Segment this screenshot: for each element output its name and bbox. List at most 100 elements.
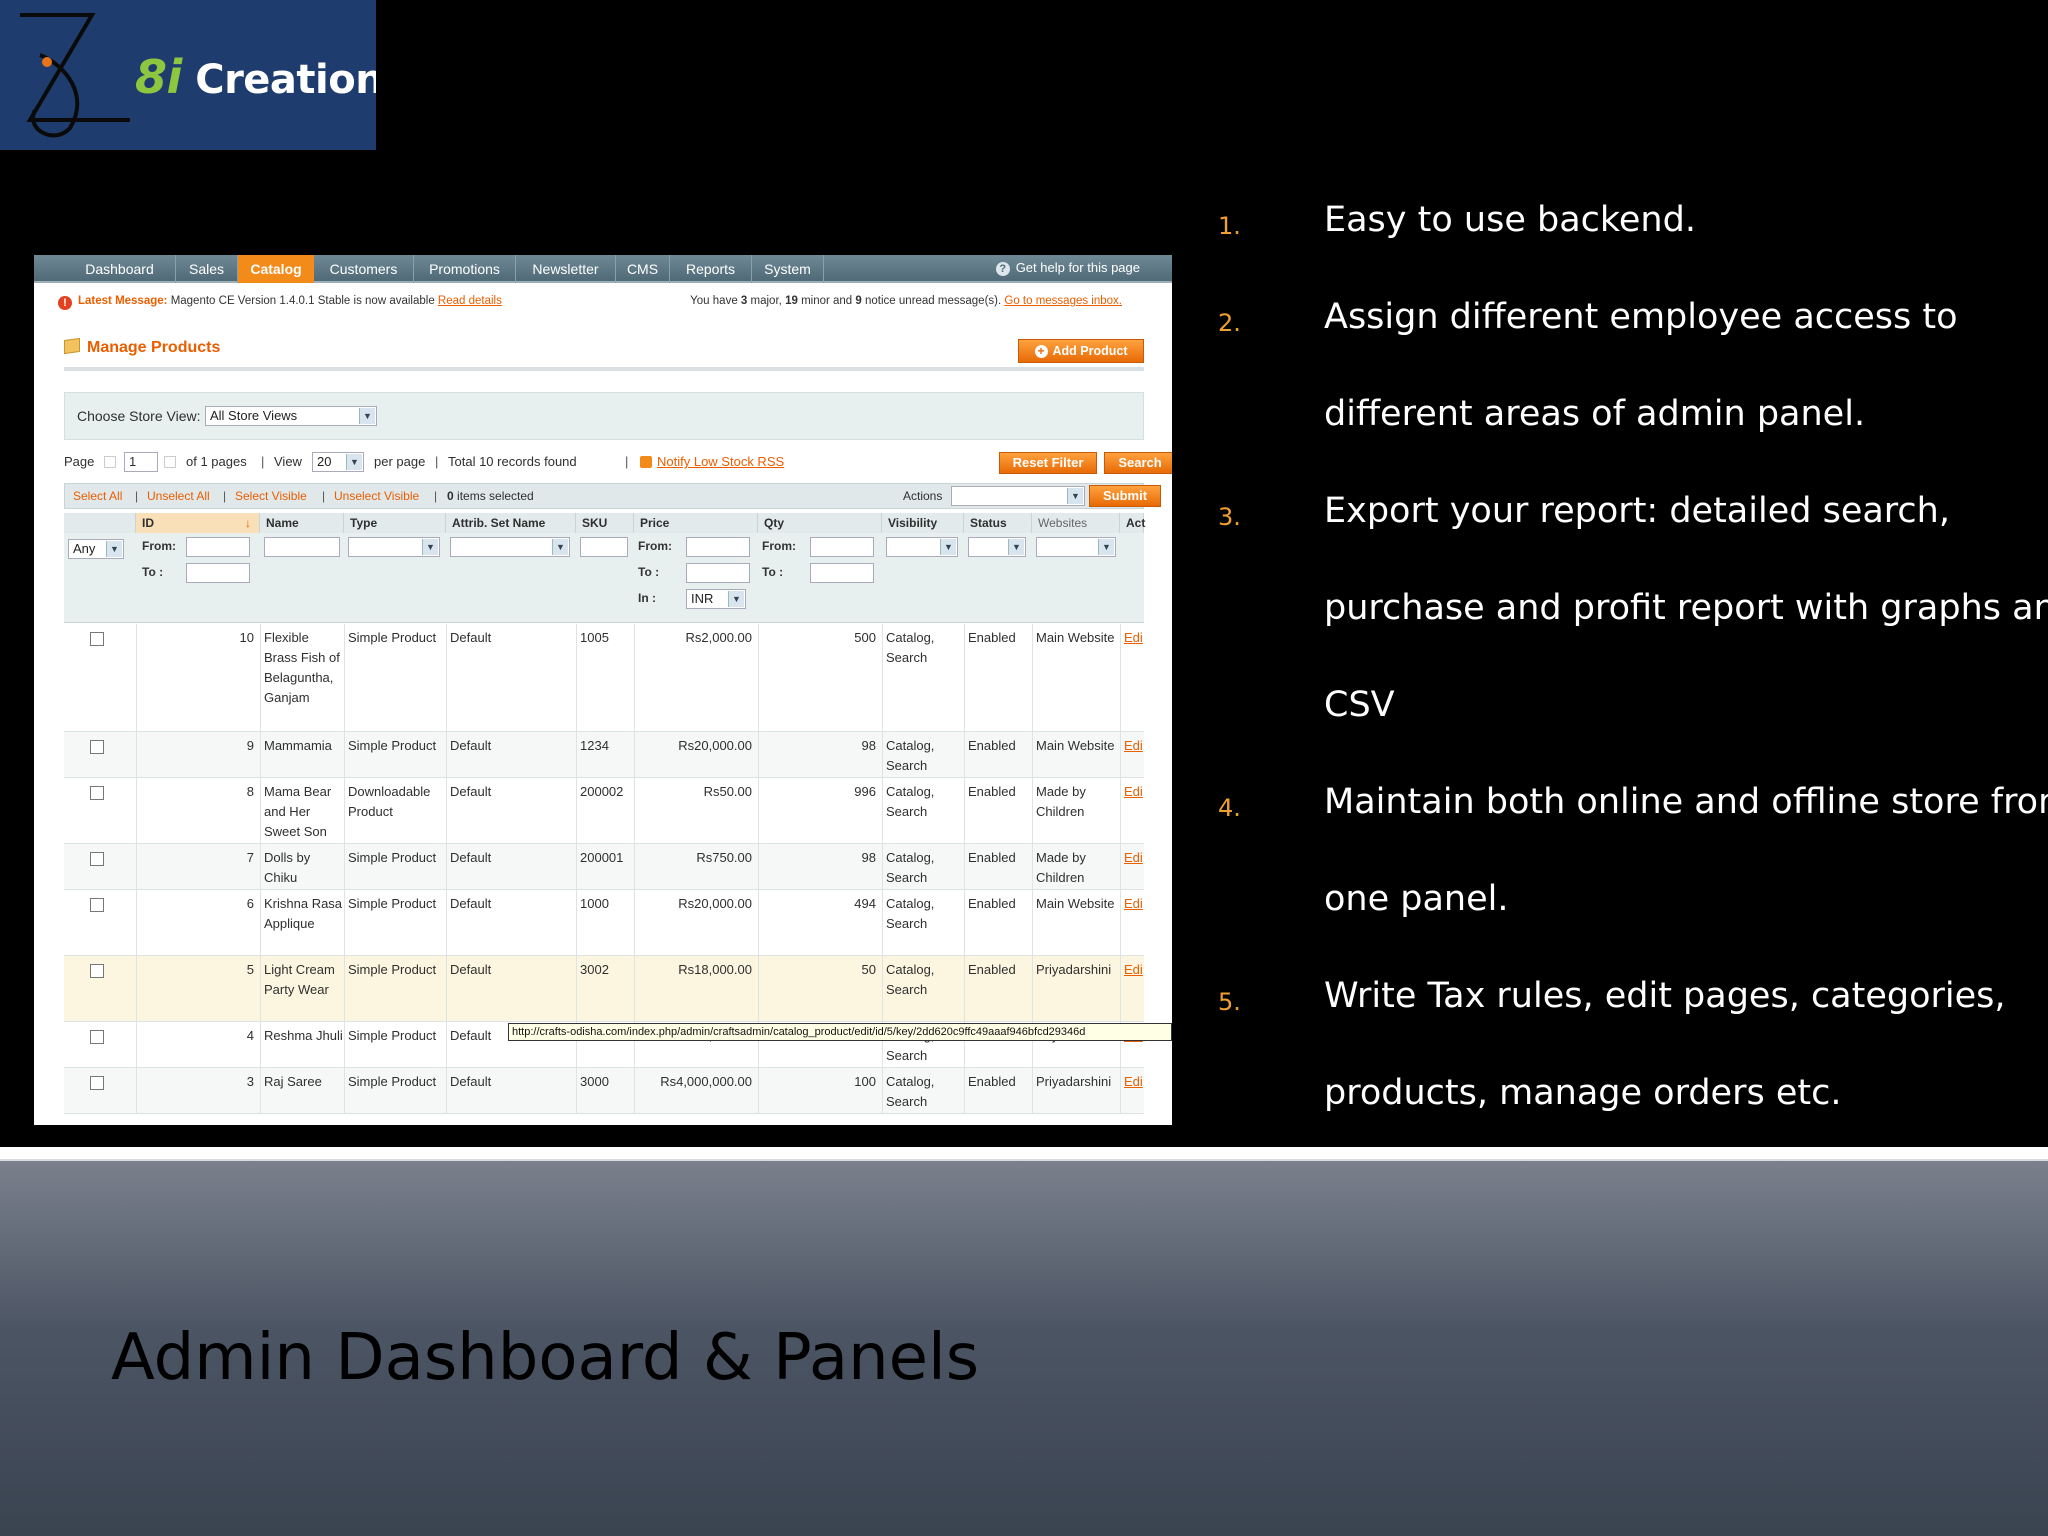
row-checkbox[interactable] (90, 898, 104, 912)
table-row[interactable]: 5 Light Cream Party Wear Simple Product Def… (64, 956, 1144, 1022)
status-filter-select[interactable]: ▼ (968, 537, 1026, 557)
visibility-filter-select[interactable]: ▼ (886, 537, 958, 557)
col-header-id[interactable]: ID ↓ (136, 513, 260, 533)
help-link[interactable]: ? Get help for this page (995, 255, 1140, 283)
submit-button[interactable]: Submit (1089, 485, 1161, 507)
qty-from-input[interactable] (810, 537, 874, 557)
price-to-input[interactable] (686, 563, 750, 583)
cell-action[interactable]: Edi (1120, 628, 1144, 648)
nav-promotions[interactable]: Promotions (414, 255, 516, 283)
id-to-input[interactable] (186, 563, 250, 583)
cell-status: Enabled (968, 896, 1016, 911)
row-checkbox[interactable] (90, 1076, 104, 1090)
per-page-select[interactable]: 20 ▼ (312, 452, 364, 472)
rss-link[interactable]: Notify Low Stock RSS (657, 451, 784, 473)
search-button[interactable]: Search (1104, 452, 1172, 474)
table-row[interactable]: 8 Mama Bear and Her Sweet Son Downloadable… (64, 778, 1144, 844)
type-filter-select[interactable]: ▼ (348, 537, 440, 557)
nav-system[interactable]: System (752, 255, 824, 283)
column-divider (576, 844, 577, 890)
cell-action[interactable]: Edi (1120, 736, 1144, 756)
column-divider (1120, 732, 1121, 778)
cell-action[interactable]: Edi (1120, 894, 1144, 914)
unselect-visible-link[interactable]: Unselect Visible (334, 484, 419, 508)
reset-filter-button[interactable]: Reset Filter (999, 452, 1097, 474)
nav-dashboard[interactable]: Dashboard (64, 255, 176, 283)
row-checkbox[interactable] (90, 852, 104, 866)
row-checkbox[interactable] (90, 1030, 104, 1044)
unselect-all-link[interactable]: Unselect All (147, 484, 210, 508)
col-header-name[interactable]: Name (260, 513, 344, 533)
col-header-sku[interactable]: SKU (576, 513, 634, 533)
cell-id: 7 (246, 850, 254, 865)
cell-action[interactable]: Edi (1120, 848, 1144, 868)
pager-separator: | (261, 454, 265, 469)
prev-page-icon[interactable] (104, 456, 116, 468)
currency-select[interactable]: INR ▼ (686, 589, 746, 609)
cell-website: Main Website (1036, 630, 1115, 645)
cell-name: Mammamia (264, 738, 332, 753)
column-divider (882, 778, 883, 844)
col-header-attrib-set[interactable]: Attrib. Set Name (446, 513, 576, 533)
price-from-input[interactable] (686, 537, 750, 557)
col-header-type[interactable]: Type (344, 513, 446, 533)
col-header-price[interactable]: Price (634, 513, 758, 533)
nav-cms[interactable]: CMS (616, 255, 670, 283)
nav-customers[interactable]: Customers (314, 255, 414, 283)
slide-title: Admin Dashboard & Panels (111, 1321, 980, 1395)
attrib-set-filter-select[interactable]: ▼ (450, 537, 570, 557)
nav-sales[interactable]: Sales (176, 255, 238, 283)
next-page-icon[interactable] (164, 456, 176, 468)
select-visible-link[interactable]: Select Visible (235, 484, 307, 508)
col-header-qty[interactable]: Qty (758, 513, 882, 533)
id-from-input[interactable] (186, 537, 250, 557)
filter-select-any[interactable]: Any ▼ (68, 539, 124, 559)
row-checkbox[interactable] (90, 786, 104, 800)
cell-sku: 3000 (580, 1074, 609, 1089)
cell-name: Raj Saree (264, 1074, 322, 1089)
actions-select[interactable]: ▼ (951, 486, 1085, 506)
cell-action[interactable]: Edi (1120, 782, 1144, 802)
sku-filter-input[interactable] (580, 537, 628, 557)
store-view-select[interactable]: All Store Views ▼ (205, 406, 377, 426)
table-row[interactable]: 7 Dolls by Chiku Simple Product Default 2000… (64, 844, 1144, 890)
logo-word: Creations (195, 57, 376, 103)
read-details-link[interactable]: Read details (438, 295, 502, 307)
cell-id: 6 (246, 896, 254, 911)
column-divider (1032, 778, 1033, 844)
column-divider (260, 778, 261, 844)
column-divider (260, 890, 261, 956)
select-all-link[interactable]: Select All (73, 484, 122, 508)
name-filter-input[interactable] (264, 537, 340, 557)
column-divider (758, 732, 759, 778)
cell-type: Simple Product (348, 630, 437, 645)
nav-newsletter[interactable]: Newsletter (516, 255, 616, 283)
cell-qty: 494 (854, 896, 876, 911)
col-header-visibility[interactable]: Visibility (882, 513, 964, 533)
page-input[interactable]: 1 (124, 452, 158, 472)
cell-action[interactable]: Edi (1120, 960, 1144, 980)
websites-filter-select[interactable]: ▼ (1036, 537, 1116, 557)
table-row[interactable]: 10 Flexible Brass Fish of Belaguntha, Gan… (64, 624, 1144, 732)
nav-catalog[interactable]: Catalog (238, 255, 314, 283)
table-row[interactable]: 6 Krishna Rasa Applique Simple Product Defa… (64, 890, 1144, 956)
row-checkbox[interactable] (90, 632, 104, 646)
table-row[interactable]: 9 Mammamia Simple Product Default 1234 Rs20,0… (64, 732, 1144, 778)
cell-action[interactable]: Edi (1120, 1072, 1144, 1092)
row-checkbox[interactable] (90, 740, 104, 754)
col-header-status[interactable]: Status (964, 513, 1032, 533)
qty-to-input[interactable] (810, 563, 874, 583)
feature-text-line: one panel. (1324, 879, 1509, 919)
table-row[interactable]: 3 Raj Saree Simple Product Default 3000 Rs4,0… (64, 1068, 1144, 1114)
row-checkbox[interactable] (90, 964, 104, 978)
column-divider (964, 844, 965, 890)
mass-separator: | (135, 489, 139, 503)
nav-reports[interactable]: Reports (670, 255, 752, 283)
inbox-link[interactable]: Go to messages inbox. (1004, 295, 1122, 307)
add-product-button[interactable]: + Add Product (1018, 339, 1144, 363)
column-divider (344, 890, 345, 956)
column-divider (964, 890, 965, 956)
column-divider (576, 778, 577, 844)
chevron-down-icon: ▼ (106, 541, 122, 557)
cell-qty: 500 (854, 630, 876, 645)
